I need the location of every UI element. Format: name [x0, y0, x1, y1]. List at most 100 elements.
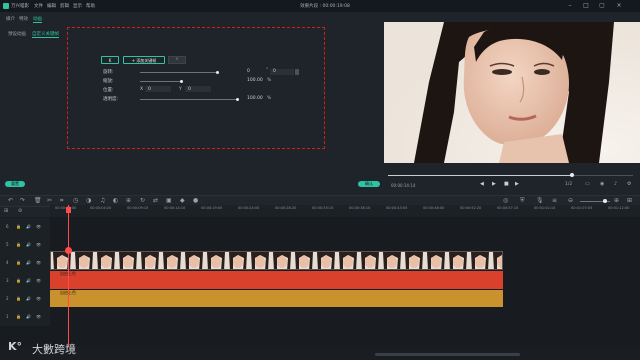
scrub-handle[interactable]	[569, 173, 574, 177]
track-header: 2 🔒 🔊 👁	[0, 290, 50, 308]
stop-icon[interactable]: ■	[504, 181, 509, 187]
watermark-logo-icon: K°	[8, 340, 23, 353]
keyframe-toggle-button[interactable]: K	[101, 56, 119, 64]
eye-icon[interactable]: 👁	[36, 260, 41, 265]
redo-icon[interactable]: ↷	[20, 196, 25, 206]
ruler-label: 00:00:09:15	[127, 206, 149, 210]
rotate-slider-track[interactable]	[140, 72, 218, 73]
position-x-label: X	[140, 87, 144, 92]
effect-clip-red[interactable]: 自由上色	[50, 271, 503, 289]
ruler-label: 00:00:43:05	[386, 206, 408, 210]
remove-keyframe-button[interactable]: ×	[168, 56, 186, 64]
next-frame-icon[interactable]: ▶	[515, 181, 519, 187]
ok-button[interactable]: 确认	[358, 181, 380, 187]
tab-effects[interactable]: 特效	[19, 16, 28, 22]
effect-clip-gold[interactable]: 自由上色	[50, 290, 503, 307]
rotate-reset-icon[interactable]	[295, 69, 299, 75]
menu-edit[interactable]: 编辑	[47, 3, 56, 9]
ruler-label: 00:00:04:20	[90, 206, 112, 210]
lock-icon[interactable]: 🔒	[16, 296, 21, 301]
undo-icon[interactable]: ↶	[8, 196, 13, 206]
scale-slider-handle[interactable]	[180, 80, 183, 83]
settings-icon[interactable]: ⚙	[627, 181, 631, 187]
eye-icon[interactable]: 👁	[36, 314, 41, 319]
add-keyframe-button[interactable]: + 添加关键帧	[123, 56, 165, 64]
restore-icon[interactable]: □	[582, 2, 590, 10]
nav-custom-keyframe[interactable]: 自定义关键帧	[32, 31, 59, 38]
lock-icon[interactable]: 🔒	[16, 224, 21, 229]
volume-icon[interactable]: ♪	[614, 181, 617, 187]
ruler-label: 00:01:12:00	[608, 206, 630, 210]
rotate-value-2: 0	[273, 69, 276, 74]
keyframe-marker[interactable]	[65, 247, 72, 254]
menu-help[interactable]: 帮助	[86, 3, 95, 9]
timeline-ruler[interactable]: 00:00:00:00 00:00:04:20 00:00:09:15 00:0…	[50, 205, 640, 217]
playhead[interactable]	[68, 205, 69, 350]
eye-icon[interactable]: 👁	[36, 278, 41, 283]
lock-icon[interactable]: 🔒	[16, 314, 21, 319]
reset-button[interactable]: 重置	[5, 181, 25, 187]
clip-thumbnails	[51, 252, 502, 269]
add-track-icon[interactable]: ⊞	[4, 208, 8, 214]
link-icon[interactable]: ⊘	[18, 208, 22, 214]
eye-icon[interactable]: 👁	[36, 296, 41, 301]
rotate-unit: °	[266, 68, 269, 73]
ruler-label: 00:01:07:05	[571, 206, 593, 210]
track-header: 3 🔒 🔊 👁	[0, 272, 50, 290]
position-y-label: Y	[179, 87, 182, 92]
playhead-handle[interactable]	[66, 207, 71, 213]
snapshot-icon[interactable]: ◉	[600, 181, 604, 187]
track-number: 3	[6, 278, 9, 283]
scale-slider-track[interactable]	[140, 81, 180, 82]
eye-icon[interactable]: 👁	[36, 224, 41, 229]
minimize-icon[interactable]: –	[566, 2, 574, 10]
mute-icon[interactable]: 🔊	[26, 296, 31, 301]
mute-icon[interactable]: 🔊	[26, 224, 31, 229]
lock-icon[interactable]: 🔒	[16, 260, 21, 265]
mute-icon[interactable]: 🔊	[26, 242, 31, 247]
opacity-unit: %	[267, 96, 272, 101]
menu-clip[interactable]: 剪辑	[60, 3, 69, 9]
menu-file[interactable]: 文件	[34, 3, 43, 9]
mute-icon[interactable]: 🔊	[26, 314, 31, 319]
ruler-label: 00:00:52:20	[460, 206, 482, 210]
preview-ratio[interactable]: 1/2	[565, 182, 572, 187]
ruler-label: 00:00:28:20	[275, 206, 297, 210]
ruler-label: 00:00:14:10	[164, 206, 186, 210]
maximize-icon[interactable]: ▢	[598, 2, 606, 10]
prev-frame-icon[interactable]: ◀	[480, 181, 484, 187]
lock-icon[interactable]: 🔒	[16, 242, 21, 247]
eye-icon[interactable]: 👁	[36, 242, 41, 247]
opacity-value[interactable]: 100.00	[247, 96, 263, 101]
watermark-text: 大數跨境	[32, 343, 76, 356]
scale-value[interactable]: 100.00	[247, 78, 263, 83]
opacity-slider-track[interactable]	[140, 99, 236, 100]
tab-animation[interactable]: 动画	[33, 16, 42, 23]
close-icon[interactable]: ×	[615, 2, 623, 10]
rotate-slider-handle[interactable]	[216, 71, 219, 74]
track-number: 1	[6, 314, 9, 319]
tab-media[interactable]: 媒介	[6, 16, 15, 22]
window-title: 效果片段 : 00:00:19:08	[300, 4, 350, 9]
track-number: 5	[6, 242, 9, 247]
delete-icon[interactable]: 🗑	[34, 196, 42, 206]
position-y-value: 0	[188, 87, 191, 92]
mute-icon[interactable]: 🔊	[26, 278, 31, 283]
video-clip[interactable]	[50, 251, 503, 270]
mute-icon[interactable]: 🔊	[26, 260, 31, 265]
nav-preset-animation[interactable]: 预设动画	[8, 31, 26, 37]
zoom-slider-handle[interactable]	[603, 199, 607, 203]
horizontal-scrollbar[interactable]	[375, 353, 520, 356]
rotate-value[interactable]: 0	[247, 69, 250, 74]
ruler-label: 00:00:19:05	[201, 206, 223, 210]
ruler-label: 00:00:48:00	[423, 206, 445, 210]
scale-unit: %	[267, 78, 272, 83]
menu-view[interactable]: 显示	[73, 3, 82, 9]
app-logo-icon	[3, 3, 9, 9]
add-keyframe-label: 添加关键帧	[136, 58, 157, 63]
fullscreen-icon[interactable]: ▭	[585, 181, 590, 187]
opacity-slider-handle[interactable]	[236, 98, 239, 101]
play-icon[interactable]: ▶	[492, 181, 496, 187]
lock-icon[interactable]: 🔒	[16, 278, 21, 283]
menu-app[interactable]: 万兴喵影	[11, 3, 29, 9]
